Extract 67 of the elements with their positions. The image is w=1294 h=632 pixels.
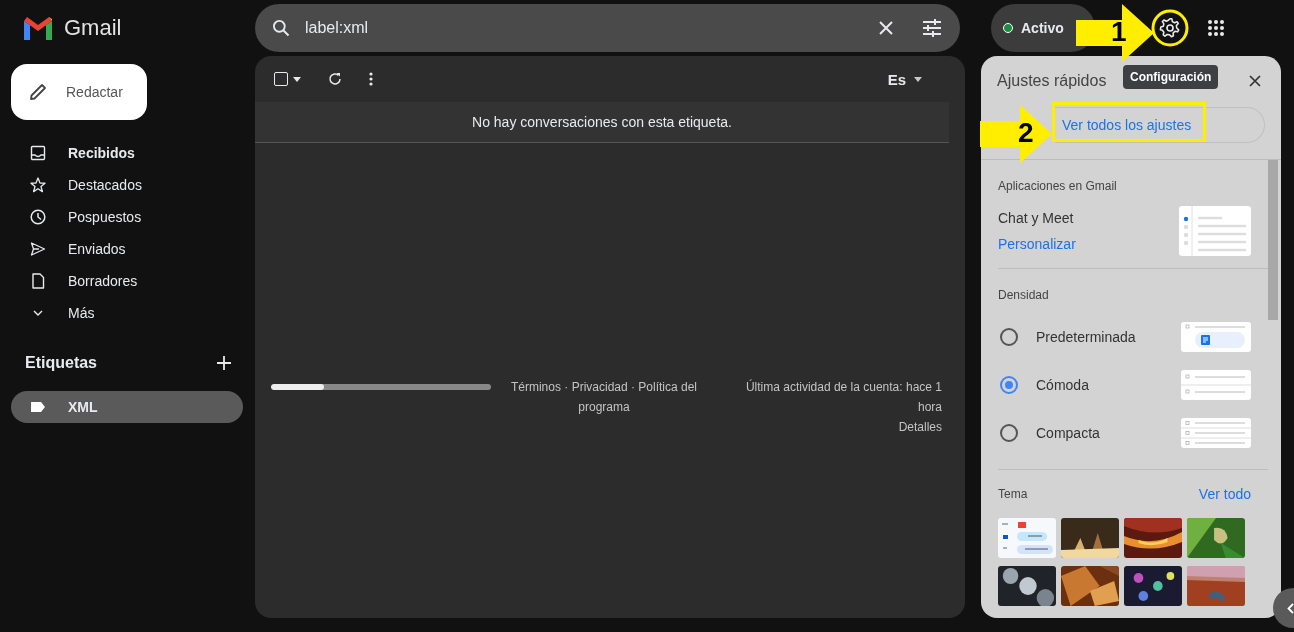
gmail-logo-icon bbox=[22, 16, 54, 40]
pencil-icon bbox=[28, 82, 48, 102]
nav-item[interactable]: Recibidos bbox=[0, 137, 255, 169]
radio-button[interactable] bbox=[1000, 376, 1018, 394]
theme-thumbnail[interactable] bbox=[1187, 518, 1245, 558]
theme-thumbnail[interactable] bbox=[1124, 518, 1182, 558]
clock-icon bbox=[30, 209, 46, 225]
density-option-label[interactable]: Compacta bbox=[1036, 425, 1181, 441]
chat-layout-preview bbox=[1179, 206, 1251, 256]
send-icon bbox=[30, 241, 46, 257]
label-item[interactable]: XML bbox=[11, 391, 243, 423]
filter-options-icon[interactable] bbox=[922, 19, 942, 37]
nav-item[interactable]: Borradores bbox=[0, 265, 255, 297]
panel-title: Ajustes rápidos bbox=[997, 72, 1107, 90]
density-preview bbox=[1181, 370, 1251, 400]
compose-button[interactable]: Redactar bbox=[11, 64, 147, 120]
label-tag-icon bbox=[30, 401, 46, 413]
density-option-label[interactable]: Predeterminada bbox=[1036, 329, 1181, 345]
scrollbar-thumb[interactable] bbox=[1268, 160, 1278, 320]
section-title: Tema bbox=[998, 487, 1028, 501]
density-preview bbox=[1181, 418, 1251, 448]
section-title: Aplicaciones en Gmail bbox=[998, 179, 1117, 193]
theme-thumbnail[interactable] bbox=[1187, 566, 1245, 606]
close-icon[interactable] bbox=[1249, 75, 1261, 87]
nav-item[interactable]: Más bbox=[0, 297, 255, 329]
gear-icon[interactable] bbox=[1159, 17, 1181, 39]
annotation-arrow: 2 bbox=[980, 105, 1052, 163]
more-options-icon[interactable] bbox=[369, 72, 373, 86]
nav-item[interactable]: Destacados bbox=[0, 169, 255, 201]
nav-item[interactable]: Pospuestos bbox=[0, 201, 255, 233]
annotation-arrow: 1 bbox=[1076, 4, 1154, 62]
theme-thumbnail[interactable] bbox=[998, 566, 1056, 606]
app-name: Gmail bbox=[64, 15, 122, 41]
refresh-icon[interactable] bbox=[328, 72, 342, 86]
select-checkbox[interactable] bbox=[274, 72, 288, 86]
status-button[interactable]: Activo bbox=[991, 4, 1095, 52]
caret-icon[interactable] bbox=[293, 76, 301, 82]
details-link[interactable]: Detalles bbox=[898, 417, 942, 437]
empty-message: No hay conversaciones con esta etiqueta. bbox=[472, 114, 732, 130]
document-icon bbox=[30, 273, 46, 289]
input-tools-button[interactable]: Es bbox=[881, 69, 928, 89]
theme-thumbnail[interactable] bbox=[1061, 518, 1119, 558]
search-input[interactable]: label:xml bbox=[303, 18, 866, 38]
highlight-circle bbox=[1151, 9, 1189, 47]
star-icon bbox=[30, 177, 46, 193]
section-title: Densidad bbox=[998, 288, 1049, 302]
search-field[interactable]: label:xml bbox=[255, 4, 960, 52]
theme-thumbnail[interactable] bbox=[1124, 566, 1182, 606]
density-option-label[interactable]: Cómoda bbox=[1036, 377, 1181, 393]
chevron-left-icon bbox=[1287, 602, 1294, 614]
density-preview bbox=[1181, 322, 1251, 352]
plus-icon[interactable] bbox=[217, 356, 231, 370]
apps-grid-icon[interactable] bbox=[1207, 19, 1225, 37]
radio-button[interactable] bbox=[1000, 424, 1018, 442]
footer-links[interactable]: Términos · Privacidad · Política del programa bbox=[504, 377, 704, 417]
nav-item[interactable]: Enviados bbox=[0, 233, 255, 265]
caret-icon bbox=[914, 76, 922, 82]
inbox-icon bbox=[30, 145, 46, 161]
last-activity-text: Última actividad de la cuenta: hace 1 hora bbox=[744, 378, 942, 416]
radio-button[interactable] bbox=[1000, 328, 1018, 346]
section-title: Etiquetas bbox=[25, 354, 97, 372]
search-icon[interactable] bbox=[271, 18, 291, 38]
default-theme-drawing bbox=[998, 518, 1056, 558]
settings-tooltip: Configuración bbox=[1123, 65, 1219, 89]
default-theme-thumbnail[interactable] bbox=[998, 518, 1056, 558]
setting-label: Chat y Meet bbox=[998, 210, 1075, 226]
theme-thumbnail[interactable] bbox=[1061, 566, 1119, 606]
